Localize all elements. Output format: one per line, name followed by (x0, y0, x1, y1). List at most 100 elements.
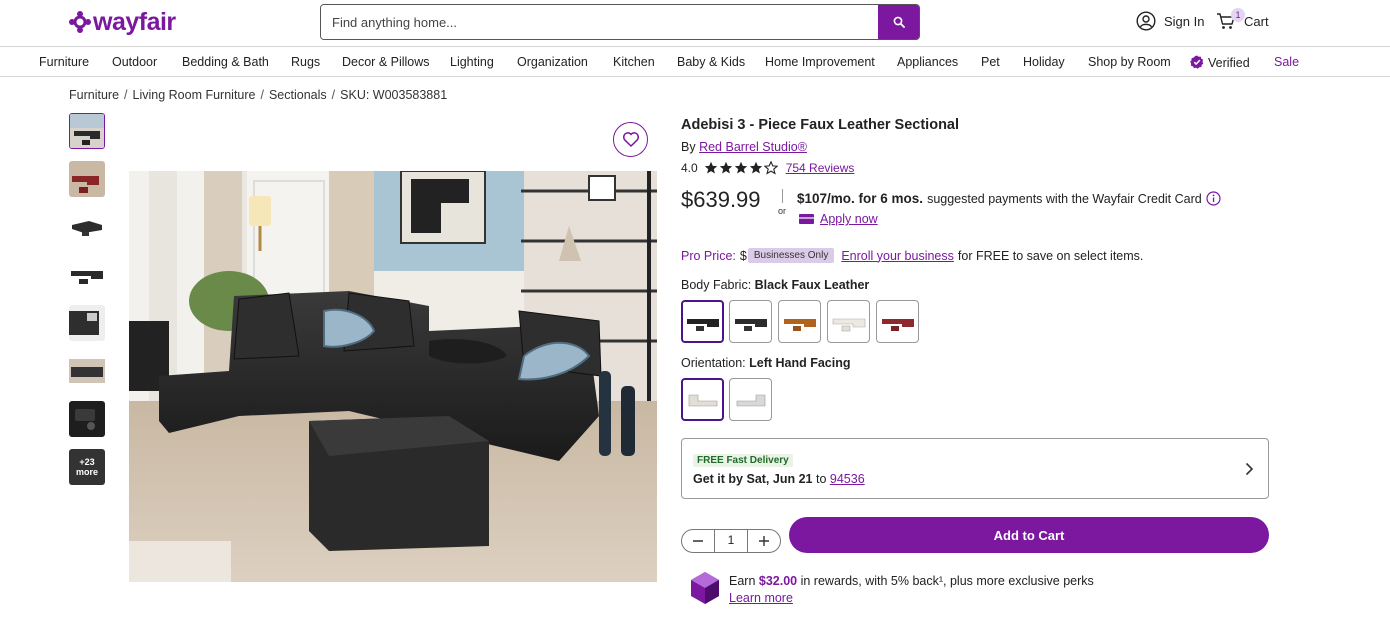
swatch-image (832, 318, 865, 331)
nav-item-decor-pillows[interactable]: Decor & Pillows (342, 55, 430, 69)
add-to-favorites-button[interactable] (613, 122, 648, 157)
nav-item-verified[interactable]: Verified (1190, 55, 1250, 70)
nav-item-shop-by-room[interactable]: Shop by Room (1088, 55, 1171, 69)
delivery-to: to (815, 472, 827, 486)
breadcrumb: Furniture / Living Room Furniture / Sectiona… (69, 88, 447, 102)
fabric-swatch-black-alt[interactable] (729, 300, 772, 343)
brand-line: By Red Barrel Studio® (681, 140, 807, 154)
orientation-left-hand[interactable] (681, 378, 724, 421)
nav-item-kitchen[interactable]: Kitchen (613, 55, 655, 69)
logo-mark-icon (69, 11, 91, 33)
nav-item-sale[interactable]: Sale (1274, 55, 1299, 69)
enroll-business-link[interactable]: Enroll your business (841, 249, 954, 263)
fabric-swatch-black[interactable] (681, 300, 724, 343)
cart-label: Cart (1244, 13, 1269, 29)
cart-count-badge: 1 (1231, 8, 1245, 22)
search-bar (320, 4, 920, 40)
nav-item-outdoor[interactable]: Outdoor (112, 55, 157, 69)
account-icon (1136, 11, 1156, 31)
credit-card-icon (799, 214, 814, 224)
enroll-text: for FREE to save on select items. (957, 248, 1144, 263)
rewards-post: in rewards, with 5% back¹, plus more exc… (800, 574, 1094, 588)
star-rating (704, 161, 778, 175)
nav-item-appliances[interactable]: Appliances (897, 55, 958, 69)
breadcrumb-living-room-furniture[interactable]: Living Room Furniture (133, 88, 256, 102)
thumbnail-image (69, 305, 105, 341)
breadcrumb-furniture[interactable]: Furniture (69, 88, 119, 102)
gallery-thumbnail[interactable] (69, 401, 105, 437)
nav-item-holiday[interactable]: Holiday (1023, 55, 1065, 69)
fabric-swatch-brown[interactable] (778, 300, 821, 343)
financing-amount: $107/mo. for 6 mos. (797, 191, 924, 206)
rating-value: 4.0 (681, 161, 698, 175)
product-title: Adebisi 3 - Piece Faux Leather Sectional (681, 117, 960, 133)
financing-text: suggested payments with the Wayfair Cred… (927, 191, 1202, 206)
search-button[interactable] (878, 5, 919, 39)
wayfair-logo[interactable]: wayfair (69, 9, 176, 35)
minus-icon (693, 540, 704, 542)
verified-badge-icon (1190, 55, 1204, 69)
businesses-only-badge: Businesses Only (747, 248, 835, 263)
body-fabric-label: Body Fabric: Black Faux Leather (681, 278, 869, 292)
nav-item-lighting[interactable]: Lighting (450, 55, 494, 69)
rewards-text: Earn $32.00 in rewards, with 5% back¹, p… (729, 574, 1094, 588)
verified-label: Verified (1208, 56, 1250, 70)
main-product-image[interactable] (129, 171, 657, 582)
nav-item-organization[interactable]: Organization (517, 55, 588, 69)
fabric-swatch-red[interactable] (876, 300, 919, 343)
gallery-thumbnail[interactable] (69, 305, 105, 341)
breadcrumb-sectionals[interactable]: Sectionals (269, 88, 327, 102)
thumbnail-image (69, 401, 105, 437)
zip-code-link[interactable]: 94536 (830, 472, 865, 486)
or-label: or (778, 206, 787, 216)
rewards-cube-icon (691, 572, 719, 604)
nav-item-bedding-bath[interactable]: Bedding & Bath (182, 55, 269, 69)
nav-item-furniture[interactable]: Furniture (39, 55, 89, 69)
swatch-image (783, 318, 816, 331)
delivery-date: Get it by Sat, Jun 21 (693, 472, 813, 486)
info-icon[interactable] (1206, 191, 1221, 206)
gallery-more-label: +23 more (75, 457, 98, 477)
thumbnail-image (69, 209, 105, 245)
product-price: $639.99 (681, 187, 761, 212)
apply-now-link[interactable]: Apply now (820, 212, 878, 226)
nav-item-pet[interactable]: Pet (981, 55, 1000, 69)
star-filled-icon (749, 161, 762, 174)
delivery-text: Get it by Sat, Jun 21 to 94536 (693, 472, 865, 486)
nav-item-rugs[interactable]: Rugs (291, 55, 320, 69)
orientation-label: Orientation: Left Hand Facing (681, 356, 851, 370)
gallery-thumbnail[interactable] (69, 161, 105, 197)
brand-link[interactable]: Red Barrel Studio® (699, 140, 807, 154)
increase-quantity-button[interactable] (748, 530, 780, 552)
plus-icon (758, 536, 769, 546)
fabric-swatch-white[interactable] (827, 300, 870, 343)
quantity-value[interactable]: 1 (714, 530, 748, 552)
gallery-thumbnail[interactable] (69, 209, 105, 245)
orientation-right-hand[interactable] (729, 378, 772, 421)
heart-icon (622, 132, 639, 147)
decrease-quantity-button[interactable] (682, 530, 714, 552)
delivery-card[interactable]: FREE Fast Delivery Get it by Sat, Jun 21… (681, 438, 1269, 499)
learn-more-link[interactable]: Learn more (729, 591, 793, 605)
search-input[interactable] (321, 5, 879, 39)
nav-item-baby-kids[interactable]: Baby & Kids (677, 55, 745, 69)
nav-item-home-improvement[interactable]: Home Improvement (765, 55, 875, 69)
cart-icon-wrap: 1 (1216, 8, 1245, 31)
swatch-image (688, 394, 717, 406)
reviews-link[interactable]: 754 Reviews (786, 161, 855, 175)
star-filled-icon (734, 161, 747, 174)
sign-in-link[interactable]: Sign In (1136, 11, 1204, 31)
thumbnail-image (69, 257, 105, 293)
financing-info: $107/mo. for 6 mos. suggested payments w… (797, 191, 1221, 206)
gallery-thumbnail[interactable] (69, 353, 105, 389)
sign-in-label: Sign In (1164, 13, 1205, 29)
swatch-image (686, 318, 719, 331)
gallery-more-button[interactable]: +23 more (69, 449, 105, 485)
thumbnail-image (69, 353, 105, 389)
cart-link[interactable]: 1 Cart (1216, 8, 1269, 31)
add-to-cart-button[interactable]: Add to Cart (789, 517, 1269, 553)
gallery-thumbnail[interactable] (69, 113, 105, 149)
gallery-thumbnail[interactable] (69, 257, 105, 293)
category-nav: Furniture Outdoor Bedding & Bath Rugs De… (0, 48, 1390, 77)
swatch-image (736, 394, 765, 406)
